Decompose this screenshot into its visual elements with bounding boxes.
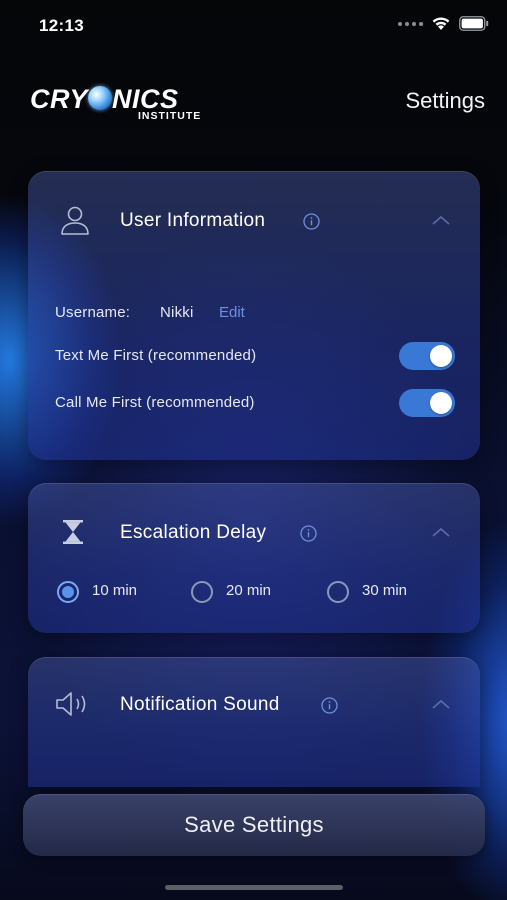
toggle-knob — [430, 392, 452, 414]
home-indicator[interactable] — [165, 885, 343, 890]
cryonics-institute-logo: CRY NICS INSTITUTE — [30, 84, 222, 124]
battery-icon — [459, 16, 489, 31]
status-bar: 12:13 — [0, 0, 507, 50]
delay-option-20-radio[interactable] — [191, 581, 213, 603]
delay-option-20-label[interactable]: 20 min — [226, 582, 271, 599]
cellular-signal-icon — [398, 21, 423, 26]
username-value: Nikki — [160, 304, 194, 321]
toggle-knob — [430, 345, 452, 367]
notification-sound-card: Notification Sound — [28, 657, 480, 787]
app-header: CRY NICS INSTITUTE Settings — [0, 78, 507, 124]
status-time: 12:13 — [39, 16, 84, 35]
hourglass-icon — [63, 520, 83, 544]
info-icon[interactable] — [303, 213, 320, 230]
escalation-delay-card: Escalation Delay 10 min 20 min 30 min — [28, 483, 480, 633]
wifi-icon — [432, 17, 450, 30]
info-icon[interactable] — [300, 525, 317, 542]
chevron-up-icon[interactable] — [432, 215, 450, 225]
delay-option-30-radio[interactable] — [327, 581, 349, 603]
delay-option-30-label[interactable]: 30 min — [362, 582, 407, 599]
save-settings-button[interactable]: Save Settings — [23, 794, 485, 856]
edit-username-link[interactable]: Edit — [219, 304, 245, 321]
call-me-first-toggle[interactable] — [399, 389, 455, 417]
text-me-first-toggle[interactable] — [399, 342, 455, 370]
notification-sound-title: Notification Sound — [120, 694, 280, 715]
call-me-first-label: Call Me First (recommended) — [55, 394, 255, 411]
user-information-title: User Information — [120, 210, 266, 231]
info-icon[interactable] — [321, 697, 338, 714]
user-information-card: User Information Username: Nikki Edit Te… — [28, 171, 480, 460]
escalation-delay-title: Escalation Delay — [120, 522, 267, 543]
logo-subtext: INSTITUTE — [138, 110, 202, 122]
status-icons — [398, 16, 489, 31]
user-information-header[interactable]: User Information — [28, 171, 480, 267]
text-me-first-label: Text Me First (recommended) — [55, 347, 257, 364]
logo-orb-icon — [88, 86, 113, 110]
chevron-up-icon[interactable] — [432, 527, 450, 537]
logo-text-left: CRY — [30, 84, 89, 114]
page-title: Settings — [405, 88, 486, 113]
username-label: Username: — [55, 304, 131, 321]
escalation-delay-header[interactable]: Escalation Delay — [28, 483, 480, 563]
chevron-up-icon[interactable] — [432, 699, 450, 709]
user-icon — [61, 206, 89, 235]
delay-option-10-label[interactable]: 10 min — [92, 582, 137, 599]
speaker-icon — [56, 692, 86, 716]
delay-option-10-radio[interactable] — [57, 581, 79, 603]
notification-sound-header[interactable]: Notification Sound — [28, 657, 480, 747]
